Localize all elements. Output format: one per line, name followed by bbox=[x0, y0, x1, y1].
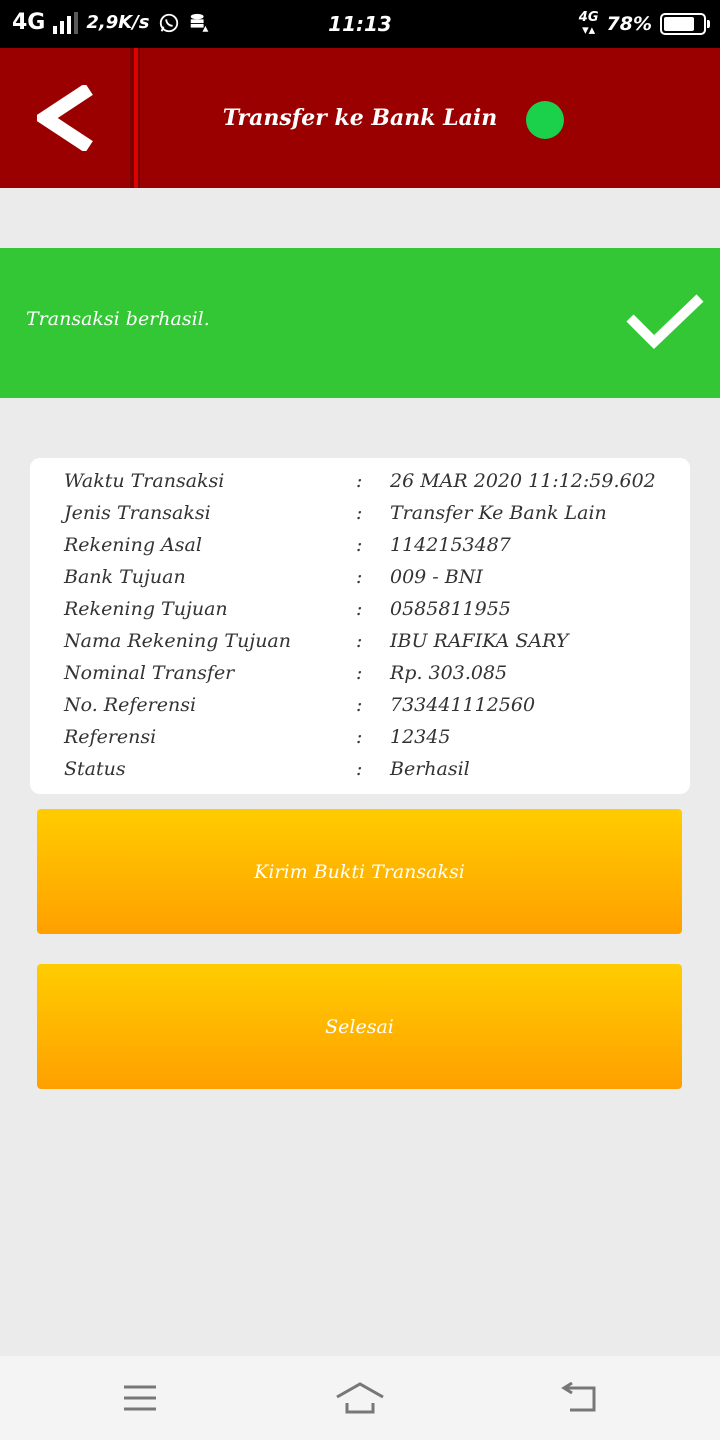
detail-value: 1142153487 bbox=[390, 534, 511, 556]
detail-separator: : bbox=[356, 566, 363, 588]
checkmark-icon bbox=[626, 294, 704, 349]
detail-label: Rekening Asal bbox=[64, 534, 202, 556]
detail-label: Referensi bbox=[64, 726, 157, 748]
status-bar: 4G 2,9K/s 11:13 4G ▾▴ 78% bbox=[0, 0, 720, 48]
app-header: Transfer ke Bank Lain bbox=[0, 48, 720, 188]
back-arrow-icon bbox=[561, 1382, 596, 1412]
detail-value: 009 - BNI bbox=[390, 566, 483, 588]
detail-row: Waktu Transaksi: 26 MAR 2020 11:12:59.602 bbox=[30, 466, 690, 498]
battery-percent: 78% bbox=[606, 13, 652, 35]
detail-separator: : bbox=[356, 502, 363, 524]
page-title: Transfer ke Bank Lain bbox=[222, 105, 498, 131]
success-message: Transaksi berhasil. bbox=[26, 308, 210, 330]
detail-separator: : bbox=[356, 630, 363, 652]
detail-row: Bank Tujuan: 009 - BNI bbox=[30, 562, 690, 594]
status-right: 4G ▾▴ 78% bbox=[578, 10, 710, 38]
detail-value: IBU RAFIKA SARY bbox=[390, 630, 569, 652]
detail-value: 26 MAR 2020 11:12:59.602 bbox=[390, 470, 656, 492]
header-divider bbox=[130, 48, 140, 188]
detail-value: 12345 bbox=[390, 726, 451, 748]
detail-separator: : bbox=[356, 598, 363, 620]
detail-row: Rekening Asal: 1142153487 bbox=[30, 530, 690, 562]
detail-separator: : bbox=[356, 534, 363, 556]
home-button[interactable] bbox=[330, 1378, 390, 1418]
battery-icon bbox=[660, 13, 710, 35]
back-button[interactable] bbox=[0, 48, 130, 188]
detail-row: Nama Rekening Tujuan: IBU RAFIKA SARY bbox=[30, 626, 690, 658]
detail-value: Transfer Ke Bank Lain bbox=[390, 502, 607, 524]
home-icon bbox=[336, 1382, 384, 1414]
detail-row: Jenis Transaksi: Transfer Ke Bank Lain bbox=[30, 498, 690, 530]
detail-separator: : bbox=[356, 662, 363, 684]
detail-row: No. Referensi: 733441112560 bbox=[30, 690, 690, 722]
detail-label: Jenis Transaksi bbox=[64, 502, 211, 524]
menu-icon bbox=[124, 1385, 156, 1411]
chevron-left-icon bbox=[37, 85, 93, 151]
detail-label: No. Referensi bbox=[64, 694, 197, 716]
detail-row: Referensi: 12345 bbox=[30, 722, 690, 754]
detail-separator: : bbox=[356, 726, 363, 748]
detail-value: 733441112560 bbox=[390, 694, 536, 716]
detail-value: Berhasil bbox=[390, 758, 470, 780]
success-banner: Transaksi berhasil. bbox=[0, 248, 720, 398]
detail-value: Rp. 303.085 bbox=[390, 662, 508, 684]
transaction-details: Waktu Transaksi: 26 MAR 2020 11:12:59.602… bbox=[30, 458, 690, 794]
menu-button[interactable] bbox=[110, 1378, 170, 1418]
detail-row: Status: Berhasil bbox=[30, 754, 690, 786]
detail-label: Nominal Transfer bbox=[64, 662, 235, 684]
detail-separator: : bbox=[356, 758, 363, 780]
system-back-button[interactable] bbox=[550, 1378, 610, 1418]
status-indicator-dot bbox=[526, 101, 564, 139]
detail-label: Status bbox=[64, 758, 126, 780]
done-button[interactable]: Selesai bbox=[37, 964, 682, 1089]
detail-row: Rekening Tujuan: 0585811955 bbox=[30, 594, 690, 626]
detail-label: Rekening Tujuan bbox=[64, 598, 228, 620]
network-type-right: 4G ▾▴ bbox=[578, 10, 599, 38]
detail-separator: : bbox=[356, 694, 363, 716]
detail-label: Waktu Transaksi bbox=[64, 470, 225, 492]
navigation-bar bbox=[0, 1356, 720, 1440]
detail-label: Nama Rekening Tujuan bbox=[64, 630, 291, 652]
detail-separator: : bbox=[356, 470, 363, 492]
send-proof-button[interactable]: Kirim Bukti Transaksi bbox=[37, 809, 682, 934]
detail-row: Nominal Transfer: Rp. 303.085 bbox=[30, 658, 690, 690]
detail-label: Bank Tujuan bbox=[64, 566, 186, 588]
detail-value: 0585811955 bbox=[390, 598, 511, 620]
